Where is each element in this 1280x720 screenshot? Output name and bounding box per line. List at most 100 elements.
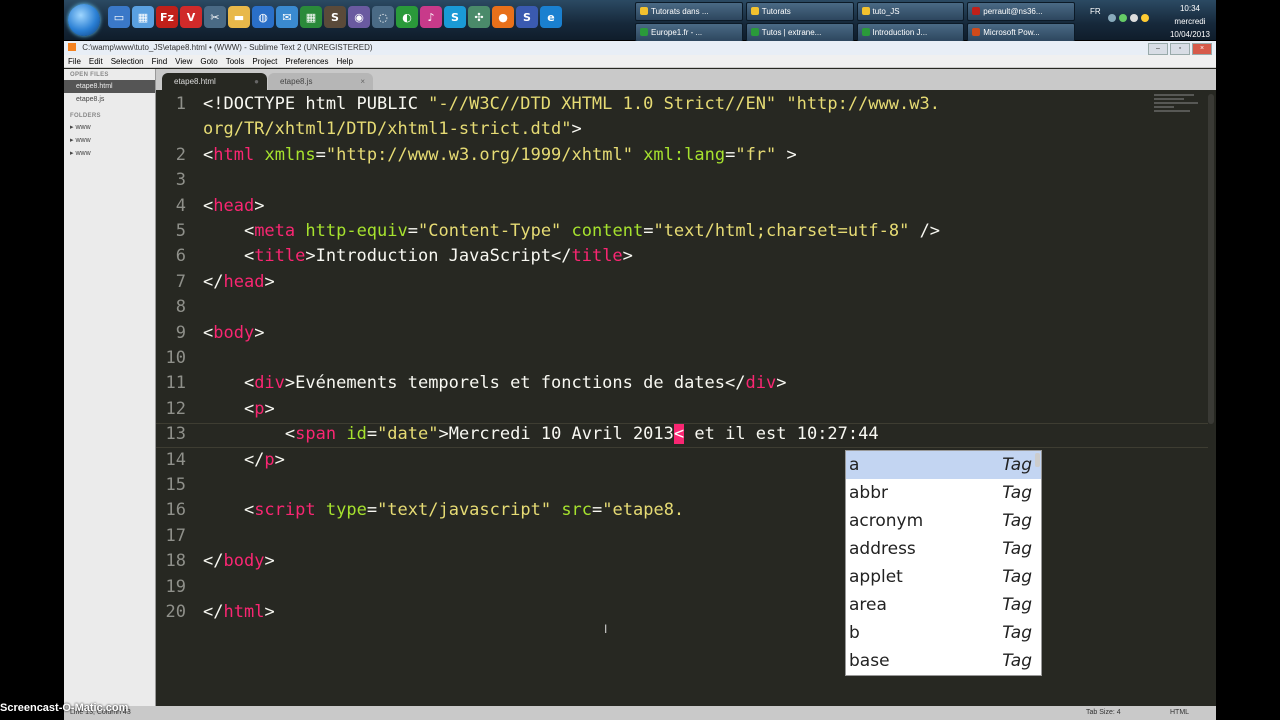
watermark-label: Screencast-O-Matic.com (0, 702, 129, 714)
task-label: Tutorats (761, 7, 791, 16)
task-label: Microsoft Pow... (983, 28, 1040, 37)
autocomplete-item[interactable]: acronym Tag (846, 507, 1041, 535)
task-app-icon (640, 28, 648, 36)
ie-icon[interactable]: e (540, 6, 562, 28)
network-tray-icon[interactable] (1119, 14, 1127, 22)
taskbar-task[interactable]: Introduction J... (856, 23, 965, 42)
volume-tray-icon[interactable] (1130, 14, 1138, 22)
code-attr: xml:lang (643, 145, 726, 165)
sidebar-file-etape8-html[interactable]: etape8.html (64, 80, 155, 93)
autocomplete-scrollbar[interactable] (1035, 453, 1040, 467)
syntax-selector[interactable]: HTML (1170, 706, 1189, 720)
tab-size-selector[interactable]: Tab Size: 4 (1086, 706, 1121, 720)
sidebar-file-etape8-js[interactable]: etape8.js (64, 93, 155, 106)
line-number: 19 (165, 577, 186, 597)
autocomplete-item[interactable]: area Tag (846, 591, 1041, 619)
taskbar-task[interactable]: Tutorats (745, 2, 854, 21)
media-icon[interactable]: ◉ (348, 6, 370, 28)
code-string: "text/html;charset=utf-8" (653, 221, 910, 241)
sidebar-folder[interactable]: ▸ www (64, 147, 155, 160)
start-button[interactable] (68, 4, 100, 36)
filezilla-icon[interactable]: Fz (156, 6, 178, 28)
code-text: > (776, 145, 797, 165)
window-icon[interactable]: ▦ (132, 6, 154, 28)
language-indicator[interactable]: FR (1090, 7, 1101, 16)
firefox-icon[interactable]: ● (492, 6, 514, 28)
line-number: 9 (175, 323, 186, 343)
autocomplete-label: base (849, 651, 890, 671)
code-tag: html (213, 145, 255, 165)
taskbar-task[interactable]: perrault@ns36... (967, 2, 1075, 21)
vertical-scrollbar[interactable] (1208, 94, 1214, 424)
open-files-header: OPEN FILES (70, 72, 109, 78)
line-number: 4 (175, 196, 186, 216)
autocomplete-item[interactable]: applet Tag (846, 563, 1041, 591)
autocomplete-item[interactable]: address Tag (846, 535, 1041, 563)
autocomplete-item[interactable]: b Tag (846, 619, 1041, 647)
itunes-icon[interactable]: ♪ (420, 6, 442, 28)
sync-icon[interactable]: ◌ (372, 6, 394, 28)
menu-help[interactable]: Help (336, 55, 352, 67)
dirty-indicator-icon[interactable]: ● (254, 73, 259, 90)
taskbar-task[interactable]: tuto_JS (856, 2, 965, 21)
code-attr: src (561, 500, 593, 520)
folder-icon[interactable]: ▬ (228, 6, 250, 28)
action-center-icon[interactable] (1141, 14, 1149, 22)
code-text: > (264, 551, 275, 571)
mail-icon[interactable]: ✉ (276, 6, 298, 28)
close-tab-icon[interactable]: × (360, 73, 365, 90)
task-label: tuto_JS (872, 7, 900, 16)
maximize-button[interactable]: ▫ (1170, 43, 1190, 55)
code-string: org/TR/xhtml1/DTD/xhtml1-strict.dtd" (203, 119, 572, 139)
line-number: 6 (175, 246, 186, 266)
tab-bar: etape8.html ● etape8.js × (156, 69, 1216, 92)
taskbar-task[interactable]: Europe1.fr - ... (635, 23, 743, 42)
autocomplete-item[interactable]: base Tag (846, 647, 1041, 675)
sidebar-folder[interactable]: ▸ www (64, 134, 155, 147)
taskbar-task[interactable]: Microsoft Pow... (967, 23, 1075, 42)
menu-goto[interactable]: Goto (200, 55, 217, 67)
menu-preferences[interactable]: Preferences (285, 55, 328, 67)
desktop-icon[interactable]: ▭ (108, 6, 130, 28)
tab-etape8-html[interactable]: etape8.html ● (162, 73, 267, 90)
chrome-icon[interactable]: ◐ (396, 6, 418, 28)
autocomplete-item[interactable]: a Tag (846, 451, 1041, 479)
sublime-icon[interactable]: S (324, 6, 346, 28)
autocomplete-label: acronym (849, 511, 924, 531)
code-line-7: </head> (203, 270, 275, 295)
close-button[interactable]: × (1192, 43, 1212, 55)
code-text: < (203, 221, 255, 241)
task-app-icon (972, 28, 981, 36)
menu-project[interactable]: Project (252, 55, 277, 67)
menu-view[interactable]: View (175, 55, 192, 67)
update-icon[interactable]: S (516, 6, 538, 28)
code-text: > (264, 602, 275, 622)
code-editor[interactable]: 1 2 3 4 5 6 7 8 9 10 11 12 13 14 15 16 17 18 19 20 <!DOCTYP… (156, 92, 1214, 706)
menu-selection[interactable]: Selection (111, 55, 144, 67)
code-text: = (407, 221, 418, 241)
minimap[interactable] (1154, 94, 1204, 124)
code-tag: head (223, 272, 265, 292)
network-icon[interactable]: ✣ (468, 6, 490, 28)
tool-icon[interactable]: ✂ (204, 6, 226, 28)
desktop-screen: ▭ ▦ Fz V ✂ ▬ ◍ ✉ ▦ S ◉ ◌ ◐ ♪ S ✣ ● Se Tutorats dans ... Tu… (64, 0, 1216, 720)
clock[interactable]: 10:34 mercredi 10/04/2013 (1170, 2, 1210, 41)
ie-tools-icon[interactable]: V (180, 6, 202, 28)
menu-find[interactable]: Find (152, 55, 168, 67)
menu-file[interactable]: File (68, 55, 81, 67)
menu-tools[interactable]: Tools (226, 55, 245, 67)
tray-arrow-icon[interactable] (1108, 14, 1116, 22)
clock-time: 10:34 (1179, 4, 1200, 13)
code-attr: id (346, 424, 367, 444)
line-number: 8 (175, 297, 186, 317)
skype-icon[interactable]: S (444, 6, 466, 28)
menu-edit[interactable]: Edit (89, 55, 103, 67)
minimize-button[interactable]: – (1148, 43, 1168, 55)
autocomplete-item[interactable]: abbr Tag (846, 479, 1041, 507)
taskbar-task[interactable]: Tutos | extrane... (745, 23, 854, 42)
sidebar-folder[interactable]: ▸ www (64, 121, 155, 134)
globe-icon[interactable]: ◍ (252, 6, 274, 28)
tab-etape8-js[interactable]: etape8.js × (268, 73, 373, 90)
spreadsheet-icon[interactable]: ▦ (300, 6, 322, 28)
taskbar-task[interactable]: Tutorats dans ... (635, 2, 743, 21)
